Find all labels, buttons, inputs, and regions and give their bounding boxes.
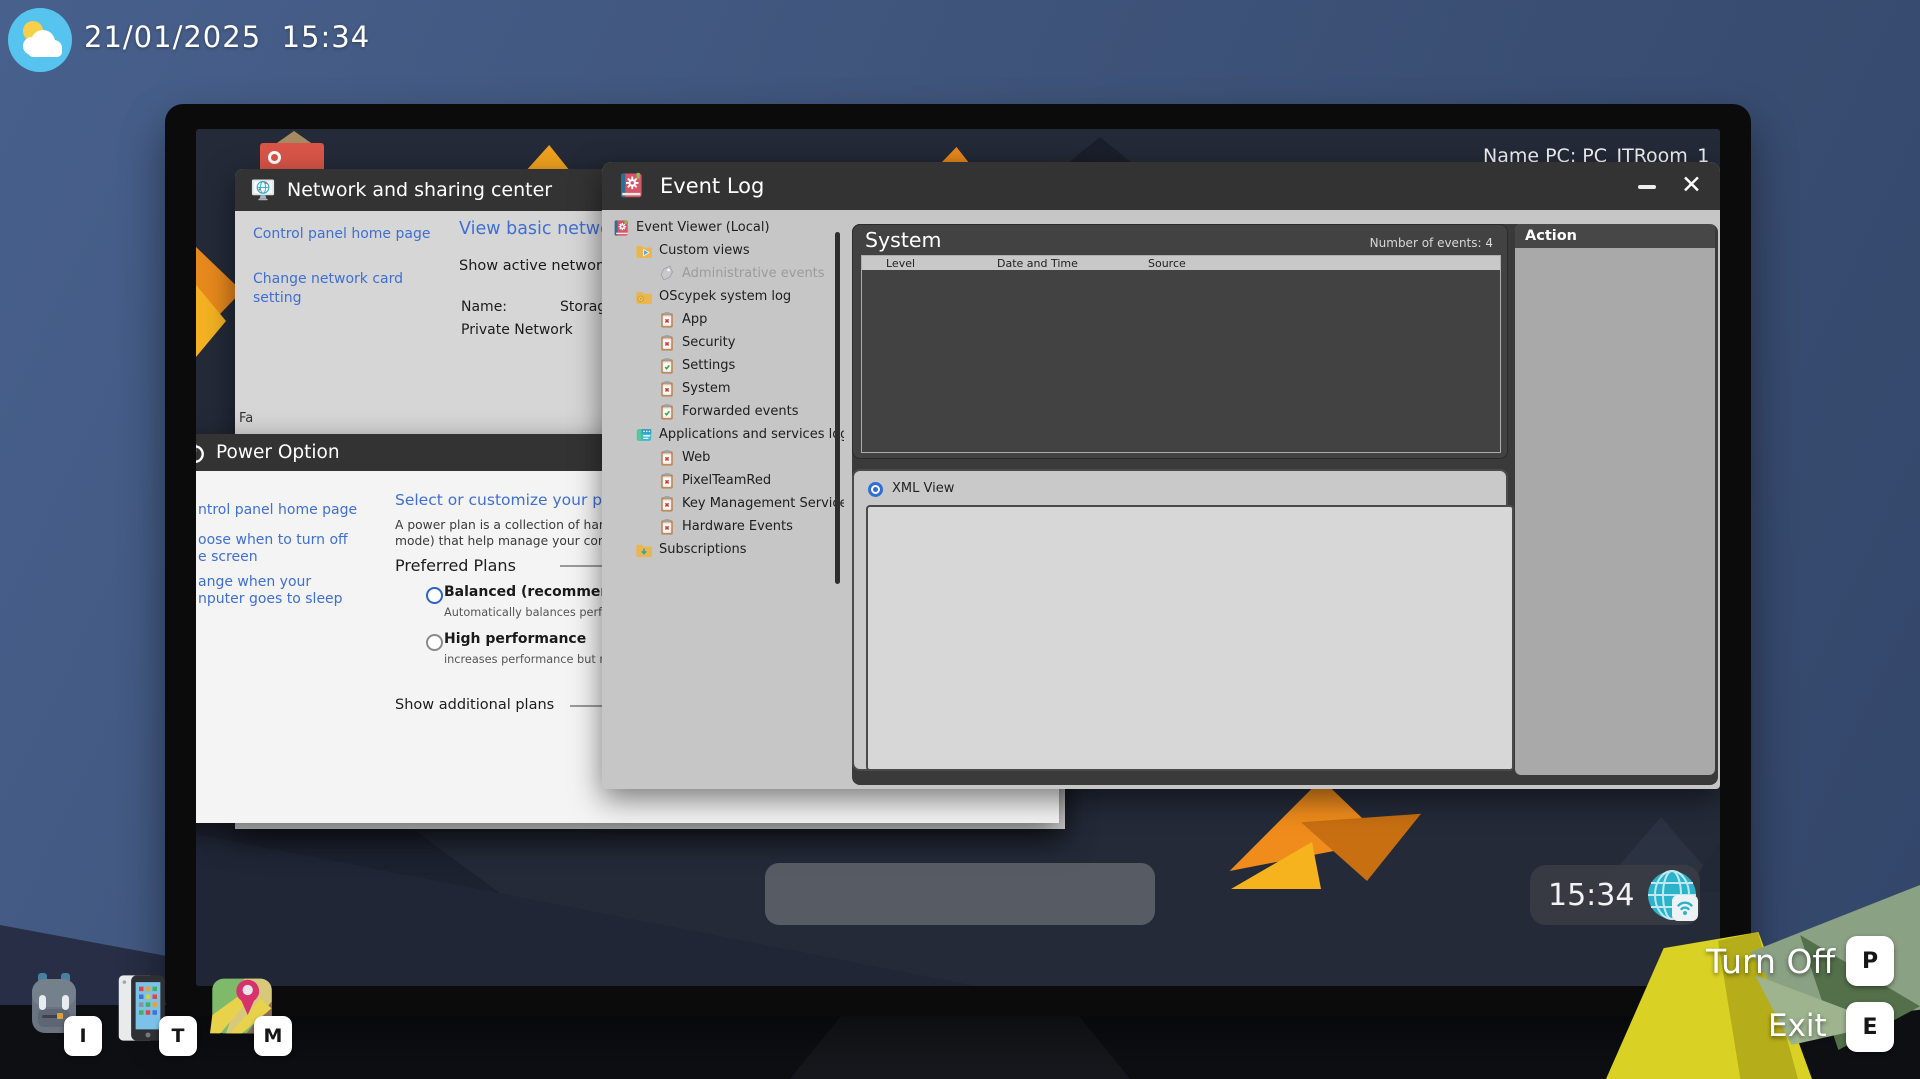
- xml-view-radio[interactable]: [868, 482, 883, 497]
- book-icon: [612, 219, 630, 237]
- power-link-1[interactable]: oose when to turn off e screen: [198, 532, 348, 566]
- power-desc-1: A power plan is a collection of hardw: [395, 518, 622, 532]
- plan-high-desc: increases performance but ma: [444, 653, 617, 666]
- minimize-icon[interactable]: [1638, 185, 1656, 189]
- clock-time: 15:34: [1548, 878, 1634, 913]
- wallpaper-triangle: [518, 145, 570, 171]
- hotkey-turn-off[interactable]: P: [1846, 936, 1894, 986]
- dock: [765, 863, 1155, 925]
- tag-icon: [658, 265, 676, 283]
- power-heading: Select or customize your powe: [395, 491, 634, 509]
- radio-balanced[interactable]: [426, 587, 443, 604]
- radio-high-performance[interactable]: [426, 634, 443, 651]
- folder-cursor-icon: [635, 242, 653, 260]
- network-partial-text: Fa: [239, 411, 253, 426]
- power-title: Power Option: [216, 442, 340, 463]
- tree-item-app[interactable]: App: [606, 308, 844, 331]
- action-panel-title: Action: [1515, 224, 1715, 248]
- clip-x-icon: [658, 472, 676, 490]
- monitor-stand: [790, 1016, 1130, 1079]
- clip-x-icon: [658, 518, 676, 536]
- tree-item-subscriptions[interactable]: Subscriptions: [606, 538, 844, 561]
- clip-x-icon: [658, 311, 676, 329]
- tree-item-settings[interactable]: Settings: [606, 354, 844, 377]
- tree-item-security[interactable]: Security: [606, 331, 844, 354]
- event-log-titlebar[interactable]: Event Log ✕: [602, 162, 1720, 210]
- network-active-label: Show active networks: [459, 258, 618, 274]
- power-desc-2: mode) that help manage your comp: [395, 534, 618, 548]
- clip-x-icon: [658, 449, 676, 467]
- table-header: Level Date and Time Source: [862, 256, 1500, 270]
- wallpaper-triangle: [1068, 137, 1132, 163]
- tree-item-event-viewer-local[interactable]: Event Viewer (Local): [606, 216, 844, 239]
- system-events-panel: System Number of events: 4 Level Date an…: [852, 224, 1508, 459]
- tree-item-forwarded-events[interactable]: Forwarded events: [606, 400, 844, 423]
- tree-item-administrative-events[interactable]: Administrative events: [606, 262, 844, 285]
- network-app-icon: [249, 176, 277, 204]
- tree-item-custom-views[interactable]: Custom views: [606, 239, 844, 262]
- clip-check-icon: [658, 357, 676, 375]
- close-icon[interactable]: ✕: [1681, 170, 1702, 199]
- apps-icon: [635, 426, 653, 444]
- hotkey-inventory[interactable]: I: [64, 1016, 102, 1056]
- network-link-change-card[interactable]: Change network card setting: [253, 270, 403, 308]
- tree-item-oscypek-system-log[interactable]: OScypek system log: [606, 285, 844, 308]
- event-count: Number of events: 4: [1370, 236, 1493, 250]
- event-log-app-icon: [616, 171, 646, 201]
- xml-content: [866, 505, 1514, 771]
- xml-view-label: XML View: [892, 481, 954, 496]
- clip-x-icon: [658, 334, 676, 352]
- network-link-control-panel[interactable]: Control panel home page: [253, 226, 430, 242]
- clock-widget: 15:34: [1530, 865, 1700, 925]
- datetime: 21/01/2025 15:34: [84, 20, 370, 54]
- power-link-2[interactable]: ange when your nputer goes to sleep: [198, 574, 343, 608]
- event-tree: Event Viewer (Local)Custom viewsAdminist…: [606, 216, 844, 561]
- hotkey-exit[interactable]: E: [1846, 1002, 1894, 1052]
- tree-item-pixelteamred[interactable]: PixelTeamRed: [606, 469, 844, 492]
- power-link-0[interactable]: ntrol panel home page: [198, 502, 357, 518]
- xml-view-panel: XML View: [852, 469, 1508, 771]
- tree-item-web[interactable]: Web: [606, 446, 844, 469]
- exit-label[interactable]: Exit: [1768, 1008, 1827, 1044]
- tree-scrollbar[interactable]: [835, 232, 840, 584]
- clip-x-icon: [658, 380, 676, 398]
- network-globe-icon[interactable]: [1646, 869, 1698, 921]
- hotkey-map[interactable]: M: [254, 1016, 292, 1056]
- event-log-window: Event Log ✕ Event Viewer (Local)Custom v…: [602, 162, 1720, 789]
- plan-balanced-name[interactable]: Balanced (recommend: [444, 584, 620, 600]
- tree-item-applications-and-services-log[interactable]: Applications and services log: [606, 423, 844, 446]
- system-panel-title: System: [865, 228, 941, 252]
- turn-off-label[interactable]: Turn Off: [1706, 942, 1835, 981]
- weather-icon: [8, 8, 72, 72]
- plan-high-name[interactable]: High performance: [444, 631, 586, 647]
- action-panel: Action: [1515, 224, 1715, 775]
- tree-item-key-management-service[interactable]: Key Management Service: [606, 492, 844, 515]
- power-app-icon: [196, 442, 206, 464]
- folder-sub-icon: [635, 541, 653, 559]
- clip-x-icon: [658, 495, 676, 513]
- network-name-label: Name:: [461, 299, 507, 315]
- power-section: Preferred Plans: [395, 556, 516, 575]
- tree-item-system[interactable]: System: [606, 377, 844, 400]
- hotkey-tablet[interactable]: T: [159, 1016, 197, 1056]
- network-title: Network and sharing center: [287, 179, 552, 201]
- tree-item-hardware-events[interactable]: Hardware Events: [606, 515, 844, 538]
- event-log-title: Event Log: [660, 174, 764, 198]
- power-footer[interactable]: Show additional plans: [395, 697, 554, 713]
- plan-balanced-desc: Automatically balances perfor: [444, 606, 614, 619]
- clip-check-icon: [658, 403, 676, 421]
- system-events-list: Level Date and Time Source: [861, 255, 1501, 453]
- network-type: Private Network: [461, 322, 573, 338]
- network-name-value: Storag: [560, 299, 606, 315]
- folder-gear-icon: [635, 288, 653, 306]
- screen: Name PC: PC_ITRoom_1 Network and sharing…: [196, 129, 1720, 986]
